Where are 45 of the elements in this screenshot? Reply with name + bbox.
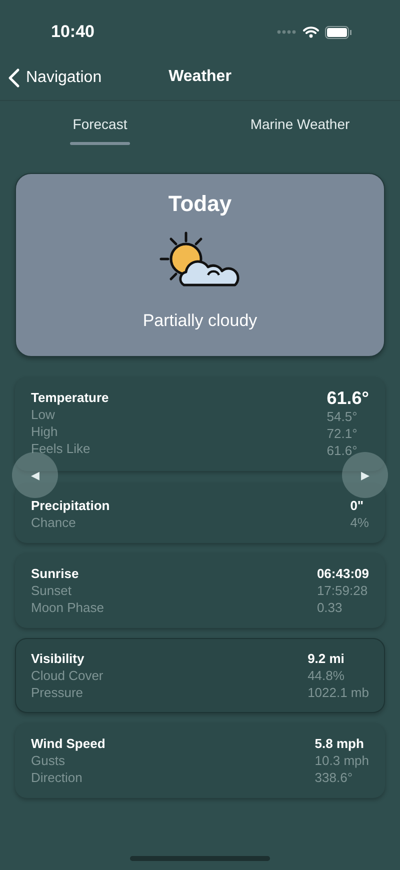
detail-label: Low [31, 406, 56, 423]
battery-icon [325, 26, 352, 38]
detail-title: Temperature [31, 389, 110, 406]
weather-detail-card[interactable]: Temperature Low High Feels Like 61.6° 54.5° 72.1° 61.6° [15, 377, 385, 471]
status-time: 10:40 [51, 22, 96, 42]
detail-value: 17:59:28 [316, 582, 368, 599]
detail-value: 72.1° [326, 425, 358, 442]
weather-detail-card[interactable]: Precipitation Chance 0" 4% [15, 483, 385, 543]
detail-label: Chance [31, 514, 77, 531]
screen-title: Weather [168, 68, 232, 85]
detail-value: 61.6° [326, 389, 369, 408]
detail-value: 1022.1 mb [308, 684, 369, 701]
detail-label: Moon Phase [31, 599, 105, 616]
detail-label: Cloud Cover [31, 667, 104, 684]
weather-detail-card[interactable]: Wind Speed Gusts Direction 5.8 mph 10.3 mph 338.6° [15, 723, 385, 798]
detail-value: 5.8 mph [314, 735, 364, 752]
detail-title: Sunrise [31, 565, 80, 582]
tab[interactable]: Marine Weather [200, 101, 400, 149]
detail-title: Visibility [31, 650, 86, 667]
wifi-icon [303, 26, 319, 38]
detail-value: 44.8% [308, 667, 344, 684]
back-button[interactable]: Navigation [8, 68, 102, 88]
detail-value: 0" [350, 497, 364, 514]
weather-detail-card[interactable]: Visibility Cloud Cover Pressure 9.2 mi 44.8% 1022.1 mb [15, 638, 385, 713]
detail-label: High [31, 423, 59, 440]
detail-title: Wind Speed [31, 735, 106, 752]
today-title: Today [168, 191, 232, 217]
detail-label: Gusts [31, 752, 66, 769]
detail-value: 06:43:09 [316, 565, 369, 582]
detail-title: Precipitation [31, 497, 111, 514]
detail-value: 9.2 mi [308, 650, 344, 667]
condition-text: Partially cloudy [142, 311, 258, 331]
tab[interactable]: Forecast [0, 101, 200, 149]
signal-icon [277, 30, 297, 34]
chevron-left-icon [8, 68, 20, 88]
detail-value: 10.3 mph [314, 752, 369, 769]
detail-value: 54.5° [326, 408, 358, 425]
detail-value: 0.33 [316, 599, 342, 616]
detail-value: 4% [350, 514, 369, 531]
detail-label: Direction [31, 769, 84, 786]
detail-label: Pressure [31, 684, 84, 701]
detail-label: Sunset [31, 582, 72, 599]
weather-detail-card[interactable]: Sunrise Sunset Moon Phase 06:43:09 17:59:28 0.33 [15, 553, 385, 628]
previous-button[interactable]: ◀ [12, 452, 58, 498]
detail-value: 338.6° [314, 769, 353, 786]
